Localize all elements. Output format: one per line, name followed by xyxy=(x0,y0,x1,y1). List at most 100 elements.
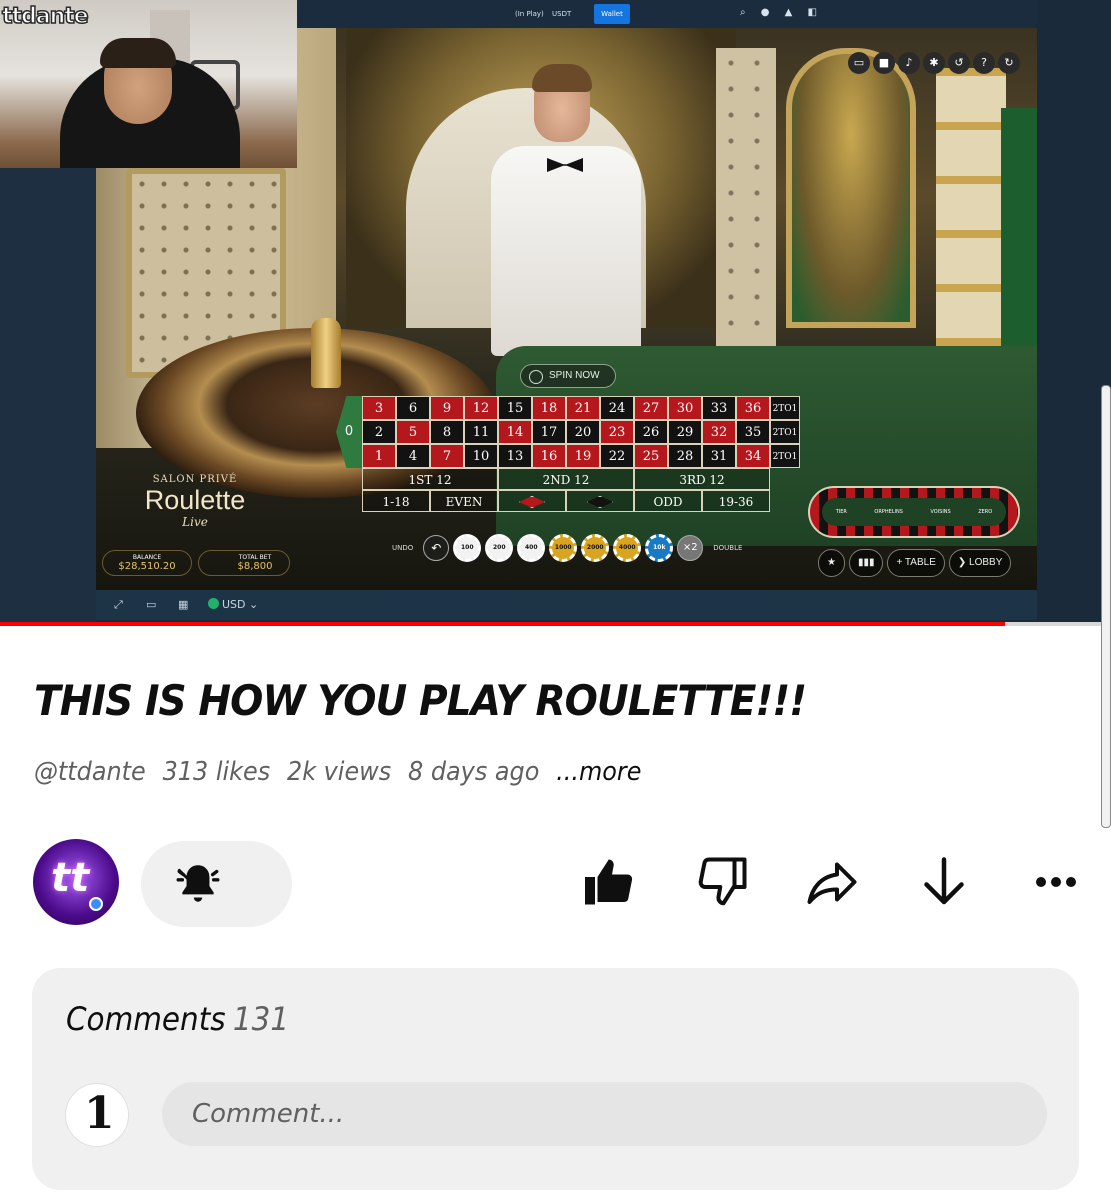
number-cell[interactable]: 6 xyxy=(396,396,430,420)
dozen-bet-cell[interactable]: 3RD 12 xyxy=(634,468,770,490)
number-cell[interactable]: 20 xyxy=(566,420,600,444)
theater-icon[interactable]: ▭ xyxy=(146,598,156,611)
favorite-button[interactable]: ★ xyxy=(818,549,845,577)
settings-icon[interactable]: ✱ xyxy=(923,52,945,74)
racetrack-section-label[interactable]: ORPHELINS xyxy=(874,509,903,515)
black-bet-cell[interactable] xyxy=(566,490,634,512)
number-cell[interactable]: 24 xyxy=(600,396,634,420)
camera-icon[interactable]: ■ xyxy=(873,52,895,74)
number-cell[interactable]: 15 xyxy=(498,396,532,420)
column-bet-cell[interactable]: 2TO1 xyxy=(770,444,800,468)
double-button[interactable]: ×2 xyxy=(677,535,704,561)
number-cell[interactable]: 7 xyxy=(430,444,464,468)
number-cell[interactable]: 25 xyxy=(634,444,668,468)
chip-1000[interactable]: 1000 xyxy=(549,534,578,562)
racetrack-section-label[interactable]: VOISINS xyxy=(930,509,950,515)
number-cell[interactable]: 8 xyxy=(430,420,464,444)
number-cell[interactable]: 11 xyxy=(464,420,498,444)
number-cell[interactable]: 5 xyxy=(396,420,430,444)
history-icon[interactable]: ↺ xyxy=(948,52,970,74)
number-cell[interactable]: 4 xyxy=(396,444,430,468)
outside-bet-cell[interactable]: ODD xyxy=(634,490,702,512)
number-cell[interactable]: 2 xyxy=(362,420,396,444)
outside-bet-cell[interactable]: EVEN xyxy=(430,490,498,512)
number-cell[interactable]: 29 xyxy=(668,420,702,444)
number-cell[interactable]: 14 xyxy=(498,420,532,444)
dozen-bet-cell[interactable]: 1ST 12 xyxy=(362,468,498,490)
chip-100[interactable]: 100 xyxy=(453,534,482,562)
channel-avatar[interactable]: tt xyxy=(33,839,119,925)
stats-button[interactable]: ▮▮▮ xyxy=(848,549,884,577)
column-bet-cell[interactable]: 2TO1 xyxy=(770,396,800,420)
brand-name: Roulette xyxy=(144,485,246,515)
fullscreen-icon[interactable]: ⤢ xyxy=(114,598,123,612)
channel-handle[interactable]: @ttdante xyxy=(34,757,146,787)
number-cell[interactable]: 27 xyxy=(634,396,668,420)
number-cell[interactable]: 33 xyxy=(702,396,736,420)
betting-grid[interactable]: 0 3 6 9 12 15 18 21 24 27 30 33 36 2TO1 2 5 8 11 14 17 20 23… xyxy=(336,396,800,518)
chip-200[interactable]: 200 xyxy=(485,534,514,562)
number-cell[interactable]: 3 xyxy=(362,396,396,420)
number-cell[interactable]: 17 xyxy=(532,420,566,444)
number-cell[interactable]: 30 xyxy=(668,396,702,420)
racetrack-section-label[interactable]: TIER xyxy=(836,509,847,515)
total-bet-label: TOTAL BET xyxy=(238,554,272,561)
number-cell[interactable]: 10 xyxy=(464,444,498,468)
number-cell[interactable]: 35 xyxy=(736,420,770,444)
currency-dropdown[interactable]: USD ⌄ xyxy=(208,598,258,611)
number-cell[interactable]: 32 xyxy=(702,420,736,444)
number-cell[interactable]: 36 xyxy=(736,396,770,420)
scrollbar-thumb[interactable] xyxy=(1101,385,1111,828)
racetrack[interactable]: TIER ORPHELINS VOISINS ZERO xyxy=(808,486,1020,538)
video-progress-bar[interactable] xyxy=(0,622,1111,626)
chip-2000[interactable]: 2000 xyxy=(581,534,610,562)
spin-now-button[interactable]: SPIN NOW xyxy=(520,364,616,388)
like-icon[interactable] xyxy=(580,850,640,914)
column-bet-cell[interactable]: 2TO1 xyxy=(770,420,800,444)
outside-bet-cell[interactable]: 1-18 xyxy=(362,490,430,512)
number-cell[interactable]: 34 xyxy=(736,444,770,468)
chip-10k[interactable]: 10k xyxy=(645,534,674,562)
number-cell[interactable]: 12 xyxy=(464,396,498,420)
comments-section[interactable]: Comments 131 1 xyxy=(32,968,1079,1190)
video-player[interactable]: (In Play) USDT Wallet ⌕ ● ▲ ◧ SPIN NOW ▭… xyxy=(0,0,1111,622)
number-cell[interactable]: 9 xyxy=(430,396,464,420)
chevron-down-icon xyxy=(177,868,199,881)
download-icon[interactable] xyxy=(914,850,974,914)
more-options-icon[interactable] xyxy=(1026,850,1086,914)
subscribe-notification-button[interactable] xyxy=(141,841,292,927)
outside-bet-cell[interactable]: 19-36 xyxy=(702,490,770,512)
dislike-icon[interactable] xyxy=(692,850,752,914)
table-button[interactable]: + TABLE xyxy=(887,549,945,577)
number-cell[interactable]: 22 xyxy=(600,444,634,468)
wallet-button[interactable]: Wallet xyxy=(594,4,630,24)
chart-icon[interactable]: ▦ xyxy=(178,598,188,611)
number-cell[interactable]: 13 xyxy=(498,444,532,468)
chat-icon[interactable]: ▭ xyxy=(848,52,870,74)
lobby-button[interactable]: ❯ LOBBY xyxy=(948,549,1012,577)
number-cell[interactable]: 23 xyxy=(600,420,634,444)
more-link[interactable]: ...more xyxy=(556,757,641,787)
chip-400[interactable]: 400 xyxy=(517,534,546,562)
zero-cell[interactable]: 0 xyxy=(336,396,362,468)
number-cell[interactable]: 16 xyxy=(532,444,566,468)
number-cell[interactable]: 18 xyxy=(532,396,566,420)
number-cell[interactable]: 1 xyxy=(362,444,396,468)
hex-panel xyxy=(936,68,1006,388)
red-bet-cell[interactable] xyxy=(498,490,566,512)
comment-input[interactable] xyxy=(162,1082,1047,1146)
dozen-bet-cell[interactable]: 2ND 12 xyxy=(498,468,634,490)
undo-button[interactable]: ↶ xyxy=(423,535,450,561)
number-cell[interactable]: 19 xyxy=(566,444,600,468)
help-icon[interactable]: ? xyxy=(973,52,995,74)
number-cell[interactable]: 31 xyxy=(702,444,736,468)
currency-selector[interactable]: USDT xyxy=(552,5,571,23)
number-cell[interactable]: 21 xyxy=(566,396,600,420)
share-icon[interactable] xyxy=(802,850,862,914)
racetrack-section-label[interactable]: ZERO xyxy=(978,509,992,515)
chip-4000[interactable]: 4000 xyxy=(613,534,642,562)
number-cell[interactable]: 28 xyxy=(668,444,702,468)
number-cell[interactable]: 26 xyxy=(634,420,668,444)
volume-icon[interactable]: ♪ xyxy=(898,52,920,74)
close-icon[interactable]: ↻ xyxy=(998,52,1020,74)
